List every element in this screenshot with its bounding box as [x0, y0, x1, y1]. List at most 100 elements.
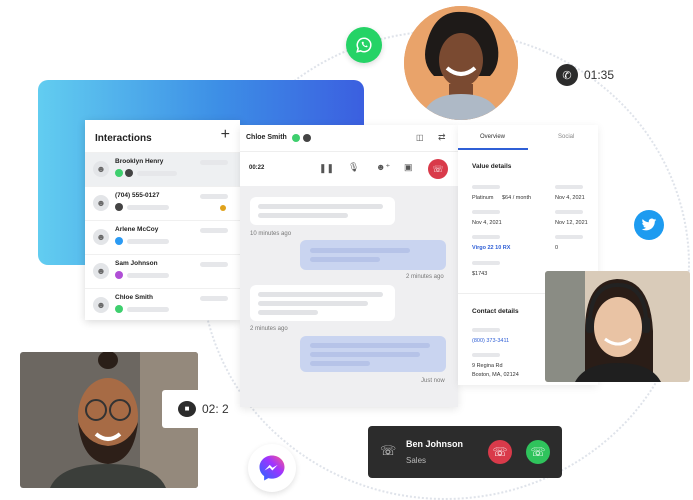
- twitter-icon: [634, 210, 664, 240]
- whatsapp-icon: [115, 169, 123, 177]
- plan-value: Platinum: [472, 195, 494, 201]
- date-value: Nov 12, 2021: [555, 220, 588, 226]
- label-placeholder: [555, 235, 583, 239]
- amount-value: $1743: [472, 271, 488, 277]
- label-placeholder: [472, 261, 500, 265]
- contact-item[interactable]: ☻ Sam Johnson: [85, 254, 240, 288]
- contact-name: Brooklyn Henry: [115, 158, 164, 165]
- agent-portrait-top: [404, 6, 518, 120]
- caller-role: Sales: [406, 456, 427, 465]
- tab-underline: [458, 148, 528, 150]
- add-participant-icon[interactable]: ☻⁺: [376, 162, 390, 173]
- outgoing-message: [300, 240, 446, 270]
- label-placeholder: [555, 210, 583, 214]
- label-placeholder: [472, 328, 500, 332]
- video-timer-text: 02: 2: [202, 402, 229, 416]
- call-timer-badge: ✆ 01:35: [556, 64, 636, 86]
- message-line: [310, 248, 410, 253]
- add-interaction-button[interactable]: +: [221, 126, 230, 144]
- whatsapp-icon: [292, 134, 300, 142]
- message-timestamp: 2 minutes ago: [250, 326, 288, 332]
- video-camera-icon: ■: [178, 401, 196, 417]
- message-timestamp: 2 minutes ago: [406, 274, 444, 280]
- message-line: [310, 257, 380, 262]
- message-timestamp: Just now: [421, 378, 445, 384]
- time-placeholder: [200, 228, 228, 233]
- address-line: Boston, MA, 02124: [472, 372, 519, 378]
- preview-placeholder: [137, 171, 177, 176]
- preview-placeholder: [127, 273, 169, 278]
- contact-item[interactable]: ☻ Arlene McCoy: [85, 220, 240, 254]
- contact-name: Sam Johnson: [115, 260, 158, 267]
- incoming-call-card: ☏ Ben Johnson Sales ☏ ☏: [368, 426, 562, 478]
- contact-item[interactable]: ☻ (704) 555-0127: [85, 186, 240, 220]
- unread-dot: [220, 205, 226, 211]
- caller-name: Ben Johnson: [406, 439, 464, 449]
- message-line: [258, 213, 348, 218]
- message-line: [258, 310, 318, 315]
- preview-placeholder: [127, 307, 169, 312]
- accept-call-button[interactable]: ☏: [526, 440, 550, 464]
- message-line: [258, 292, 383, 297]
- phone-icon: [125, 169, 133, 177]
- phone-link[interactable]: (800) 373-3411: [472, 338, 509, 344]
- whatsapp-icon: [346, 27, 382, 63]
- user-icon: ☻: [93, 229, 109, 245]
- chat-contact-name: Chloe Smith: [246, 134, 287, 141]
- price-value: $64 / month: [502, 195, 532, 201]
- user-icon: ☻: [93, 263, 109, 279]
- chat-panel: Chloe Smith ◫ ⇄ 00:22 ❚❚ 🎙 ☻⁺ ▣ ☏ 10 min…: [240, 125, 458, 407]
- tab-social[interactable]: Social: [558, 134, 574, 140]
- date-value: Nov 4, 2021: [555, 195, 585, 201]
- incoming-message: [250, 285, 395, 321]
- user-icon: ☻: [93, 161, 109, 177]
- video-timer-badge: ■ 02: 2: [162, 390, 234, 428]
- time-placeholder: [200, 296, 228, 301]
- chat-header: Chloe Smith ◫ ⇄: [240, 125, 458, 151]
- twitter-icon: [115, 237, 123, 245]
- interactions-panel: Interactions + ☻ Brooklyn Henry ☻ (704) …: [85, 120, 240, 320]
- message-line: [310, 361, 370, 366]
- reference-link[interactable]: Virgo 22 10 RX: [472, 245, 510, 251]
- user-icon: ☻: [93, 195, 109, 211]
- date-value: Nov 4, 2021: [472, 220, 502, 226]
- hangup-button[interactable]: ☏: [428, 159, 448, 179]
- contact-item[interactable]: ☻ Brooklyn Henry: [85, 152, 240, 186]
- mute-icon[interactable]: 🎙: [348, 162, 359, 173]
- contact-name: Arlene McCoy: [115, 226, 159, 233]
- time-placeholder: [200, 262, 228, 267]
- contact-details-title: Contact details: [472, 308, 519, 315]
- messenger-icon: [248, 444, 296, 492]
- label-placeholder: [472, 185, 500, 189]
- outgoing-message: [300, 336, 446, 372]
- value-details-title: Value details: [472, 163, 512, 170]
- preview-placeholder: [127, 205, 169, 210]
- whatsapp-icon: [115, 305, 123, 313]
- label-placeholder: [472, 235, 500, 239]
- call-timer-text: 01:35: [584, 68, 615, 82]
- contact-name: Chloe Smith: [115, 294, 153, 301]
- user-icon: ☻: [93, 297, 109, 313]
- label-placeholder: [472, 210, 500, 214]
- preview-placeholder: [127, 239, 169, 244]
- transfer-icon[interactable]: ⇄: [438, 132, 446, 143]
- agent-portrait-headset: [545, 271, 690, 382]
- phone-icon: ✆: [556, 64, 578, 86]
- message-line: [258, 301, 368, 306]
- tab-overview[interactable]: Overview: [480, 134, 505, 140]
- messenger-icon: [115, 271, 123, 279]
- decline-call-button[interactable]: ☏: [488, 440, 512, 464]
- count-value: 0: [555, 245, 559, 251]
- message-line: [310, 343, 430, 348]
- pause-icon[interactable]: ❚❚: [319, 163, 334, 174]
- time-placeholder: [200, 160, 228, 165]
- time-placeholder: [200, 194, 228, 199]
- phone-icon: ☏: [380, 443, 397, 458]
- address-line: 9 Regina Rd: [472, 363, 503, 369]
- label-placeholder: [472, 353, 500, 357]
- layout-icon[interactable]: ◫: [416, 133, 424, 142]
- phone-icon: [115, 203, 123, 211]
- record-icon[interactable]: ▣: [404, 162, 413, 173]
- interactions-title: Interactions: [95, 133, 152, 144]
- contact-item[interactable]: ☻ Chloe Smith: [85, 288, 240, 322]
